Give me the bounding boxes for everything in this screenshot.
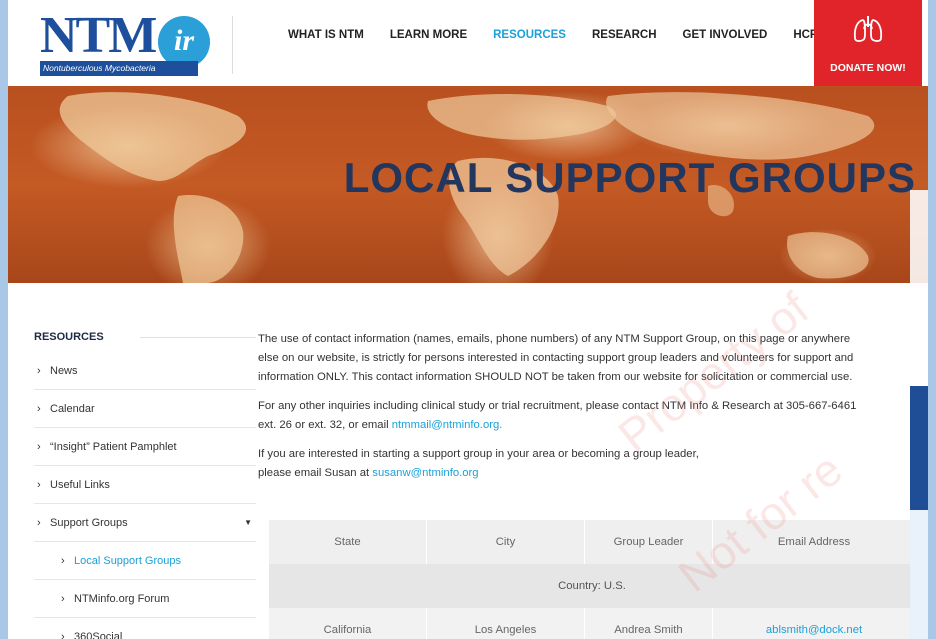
susan-email-link[interactable]: susanw@ntminfo.org bbox=[372, 467, 478, 479]
chevron-right-icon: › bbox=[37, 441, 41, 453]
sidebar-item-useful-links[interactable]: › Useful Links bbox=[34, 466, 256, 504]
sidebar-item-label: Useful Links bbox=[50, 479, 110, 491]
disclaimer-paragraph: The use of contact information (names, e… bbox=[258, 330, 928, 387]
nav-research[interactable]: RESEARCH bbox=[592, 29, 657, 41]
lungs-icon bbox=[853, 16, 883, 42]
sidebar-heading-label: RESOURCES bbox=[34, 331, 104, 343]
table-header-row: State City Group Leader Email Address bbox=[269, 520, 915, 564]
cell-group-leader: Andrea Smith bbox=[585, 608, 713, 639]
sidebar-item-label: “Insight” Patient Pamphlet bbox=[50, 441, 177, 453]
sidebar-heading: RESOURCES bbox=[34, 330, 256, 344]
donate-button[interactable]: DONATE NOW! bbox=[814, 0, 922, 86]
sidebar-item-support-groups[interactable]: › Support Groups ▼ bbox=[34, 504, 256, 542]
sidebar-subitem-label: NTMinfo.org Forum bbox=[74, 593, 170, 605]
inquiries-line-1: For any other inquiries including clinic… bbox=[258, 400, 857, 412]
side-panel-top bbox=[910, 190, 928, 387]
table-header-city: City bbox=[427, 520, 585, 564]
site-header: NTM ir Nontuberculous Mycobacteria WHAT … bbox=[8, 0, 928, 86]
disclaimer-line-3: information ONLY. This contact informati… bbox=[258, 371, 853, 383]
sidebar-item-insight-pamphlet[interactable]: › “Insight” Patient Pamphlet bbox=[34, 428, 256, 466]
sidebar-subitem-label: Local Support Groups bbox=[74, 555, 182, 567]
chevron-right-icon: › bbox=[37, 479, 41, 491]
support-groups-table: State City Group Leader Email Address Co… bbox=[269, 520, 915, 639]
cell-city: Los Angeles bbox=[427, 608, 585, 639]
table-header-state: State bbox=[269, 520, 427, 564]
cell-state: California bbox=[269, 608, 427, 639]
table-header-group-leader: Group Leader bbox=[585, 520, 713, 564]
inquiries-paragraph: For any other inquiries including clinic… bbox=[258, 397, 928, 435]
chevron-right-icon: › bbox=[61, 555, 65, 567]
logo-wordmark: NTM bbox=[40, 7, 157, 64]
start-group-line-2: please email Susan at bbox=[258, 467, 373, 479]
donate-label: DONATE NOW! bbox=[830, 62, 906, 74]
chevron-right-icon: › bbox=[61, 593, 65, 605]
main-nav: WHAT IS NTM LEARN MORE RESOURCES RESEARC… bbox=[288, 29, 844, 41]
sidebar: RESOURCES › News › Calendar › “Insight” … bbox=[34, 330, 256, 639]
group-leader-email-link[interactable]: ablsmith@dock.net bbox=[766, 624, 862, 636]
start-group-paragraph: If you are interested in starting a supp… bbox=[258, 445, 928, 483]
sidebar-item-label: News bbox=[50, 365, 78, 377]
page: NTM ir Nontuberculous Mycobacteria WHAT … bbox=[8, 0, 928, 639]
sidebar-subitem-local-support-groups[interactable]: › Local Support Groups bbox=[34, 542, 256, 580]
sidebar-subitem-360social[interactable]: › 360Social bbox=[34, 618, 256, 639]
nav-get-involved[interactable]: GET INVOLVED bbox=[683, 29, 768, 41]
ntm-logo[interactable]: NTM ir Nontuberculous Mycobacteria bbox=[40, 10, 210, 76]
hero-banner: LOCAL SUPPORT GROUPS bbox=[8, 86, 928, 283]
nav-resources[interactable]: RESOURCES bbox=[493, 29, 566, 41]
start-group-line-1: If you are interested in starting a supp… bbox=[258, 448, 699, 460]
logo-subtitle: Nontuberculous Mycobacteria bbox=[40, 61, 198, 76]
caret-down-icon[interactable]: ▼ bbox=[244, 504, 252, 542]
side-panel-blue bbox=[910, 386, 928, 510]
disclaimer-line-2: else on our website, is strictly for per… bbox=[258, 352, 854, 364]
table-row: California Los Angeles Andrea Smith abls… bbox=[269, 608, 915, 639]
country-label: Country: U.S. bbox=[269, 564, 915, 608]
disclaimer-line-1: The use of contact information (names, e… bbox=[258, 333, 851, 345]
sidebar-item-news[interactable]: › News bbox=[34, 352, 256, 390]
page-title: LOCAL SUPPORT GROUPS bbox=[343, 154, 916, 201]
inquiries-line-2: ext. 26 or ext. 32, or email bbox=[258, 419, 392, 431]
chevron-right-icon: › bbox=[61, 631, 65, 639]
side-panel-light bbox=[910, 510, 928, 639]
ntmmail-email-link[interactable]: ntmmail@ntminfo.org. bbox=[392, 419, 503, 431]
sidebar-heading-rule bbox=[139, 336, 256, 338]
sidebar-subitem-label: 360Social bbox=[74, 631, 123, 639]
header-divider bbox=[232, 16, 233, 74]
main-content: The use of contact information (names, e… bbox=[258, 330, 928, 493]
sidebar-item-calendar[interactable]: › Calendar bbox=[34, 390, 256, 428]
chevron-right-icon: › bbox=[37, 517, 41, 529]
sidebar-subitem-forum[interactable]: › NTMinfo.org Forum bbox=[34, 580, 256, 618]
sidebar-menu: › News › Calendar › “Insight” Patient Pa… bbox=[34, 352, 256, 639]
chevron-right-icon: › bbox=[37, 403, 41, 415]
sidebar-item-label: Calendar bbox=[50, 403, 95, 415]
sidebar-item-label: Support Groups bbox=[50, 517, 128, 529]
table-country-row: Country: U.S. bbox=[269, 564, 915, 608]
table-header-email: Email Address bbox=[713, 520, 915, 564]
chevron-right-icon: › bbox=[37, 365, 41, 377]
cell-email: ablsmith@dock.net bbox=[713, 608, 915, 639]
nav-what-is-ntm[interactable]: WHAT IS NTM bbox=[288, 29, 364, 41]
nav-learn-more[interactable]: LEARN MORE bbox=[390, 29, 467, 41]
